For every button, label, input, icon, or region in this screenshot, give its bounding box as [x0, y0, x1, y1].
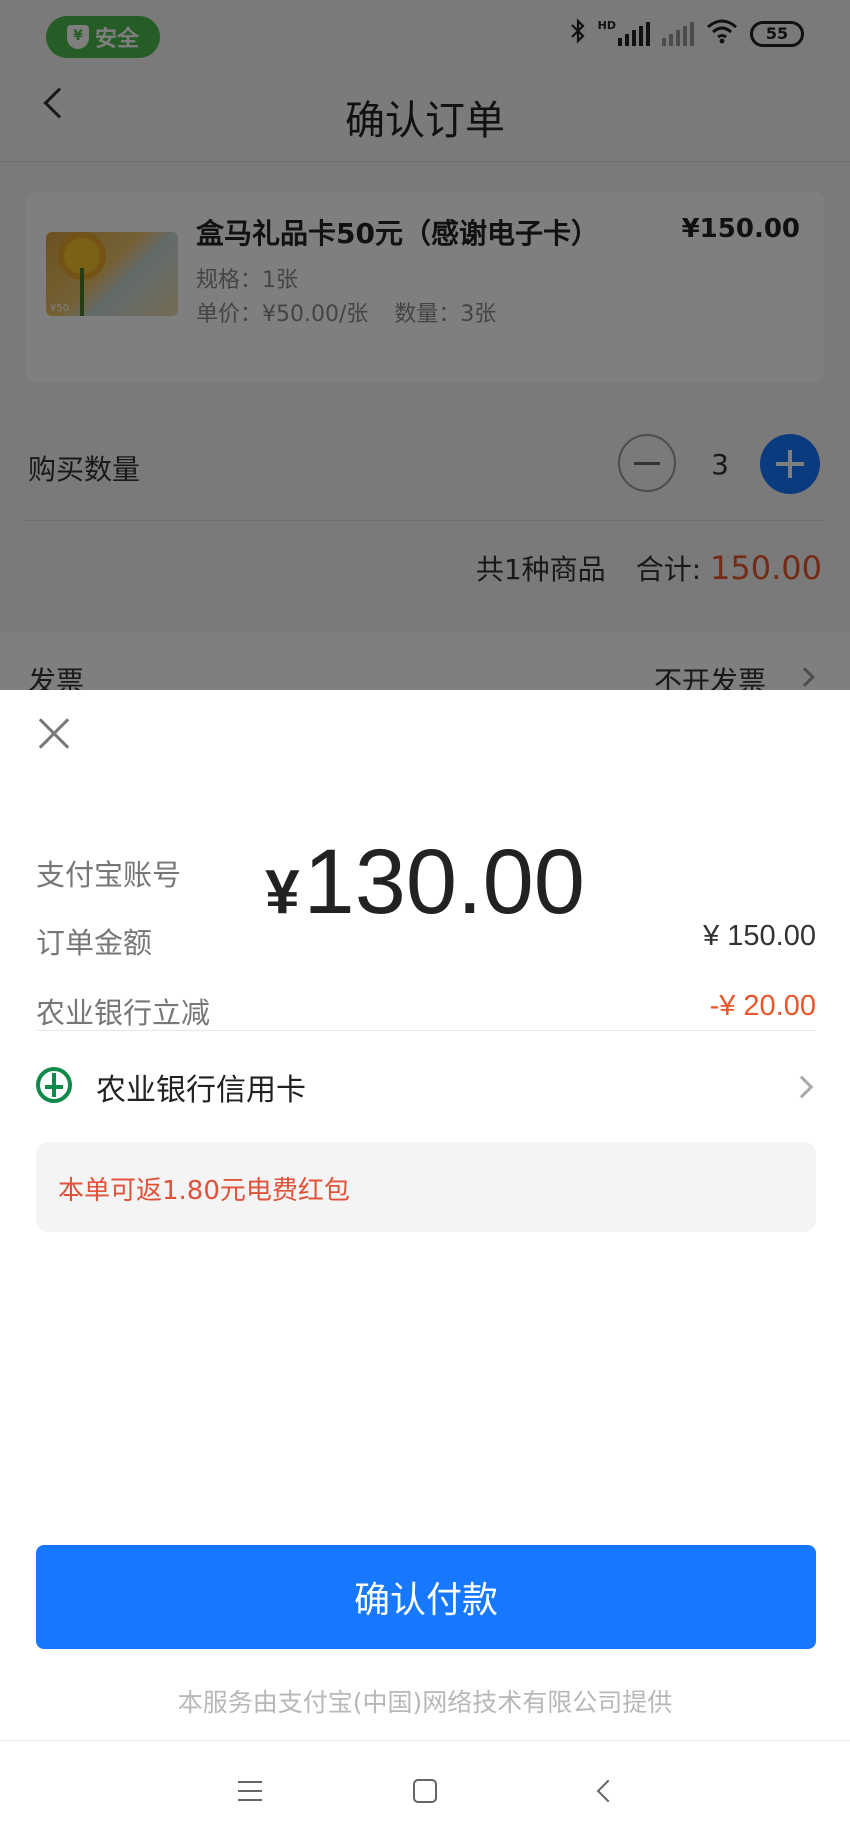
home-icon[interactable]: [413, 1779, 437, 1803]
promo-banner: 本单可返1.80元电费红包: [36, 1142, 816, 1232]
order-page-background: ¥ 安全 HD 55: [0, 0, 850, 690]
order-amount-value: ¥ 150.00: [703, 920, 816, 952]
divider: [36, 1030, 816, 1031]
account-row: 支付宝账号: [36, 852, 816, 892]
menu-icon[interactable]: [238, 1781, 262, 1801]
account-label: 支付宝账号: [36, 858, 182, 892]
discount-row: 农业银行立减 -¥ 20.00: [36, 990, 816, 1030]
abc-bank-icon: [36, 1067, 72, 1103]
nav-back-icon[interactable]: [596, 1779, 620, 1803]
discount-label: 农业银行立减: [36, 996, 211, 1030]
confirm-payment-button[interactable]: 确认付款: [36, 1545, 816, 1649]
order-amount-label: 订单金额: [36, 926, 153, 960]
modal-dim-overlay[interactable]: [0, 0, 850, 690]
service-provider-note: 本服务由支付宝(中国)网络技术有限公司提供: [177, 1688, 673, 1717]
payment-method-label: 农业银行信用卡: [96, 1073, 306, 1108]
payment-method-row[interactable]: 农业银行信用卡: [0, 1035, 850, 1135]
promo-text: 本单可返1.80元电费红包: [58, 1176, 350, 1206]
close-icon[interactable]: [34, 714, 74, 754]
discount-value: -¥ 20.00: [709, 990, 816, 1022]
chevron-right-icon: [790, 1075, 814, 1099]
system-navigation-bar: [0, 1740, 850, 1842]
payment-sheet: ¥130.00 支付宝账号 订单金额 ¥ 150.00 农业银行立减 -¥ 20…: [0, 690, 850, 1740]
order-amount-row: 订单金额 ¥ 150.00: [36, 920, 816, 960]
